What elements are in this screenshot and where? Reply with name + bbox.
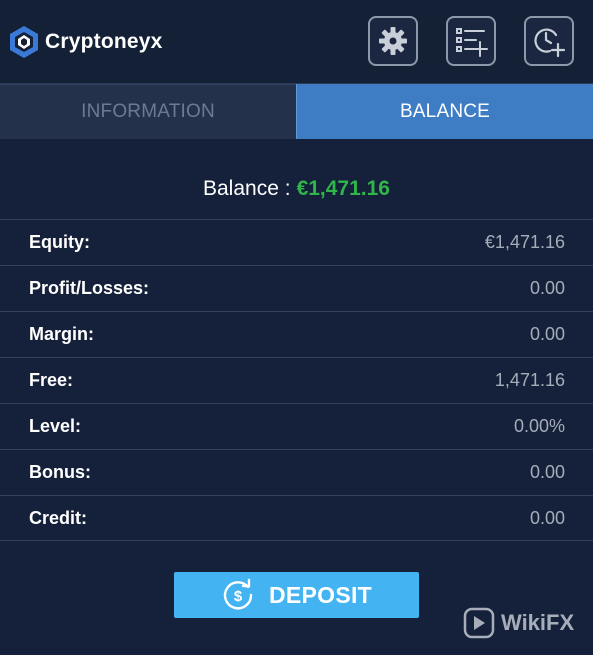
row-label: Level: — [29, 416, 82, 436]
row-label: Margin: — [29, 324, 94, 344]
row-value: 0.00 — [529, 507, 565, 528]
row-value: 1,471.16 — [494, 370, 565, 390]
dollar-cycle-icon: $ — [223, 578, 253, 610]
table-row: Equity: €1,471.16 — [0, 219, 593, 265]
svg-text:$: $ — [234, 588, 243, 605]
watermark: WikiFX — [463, 606, 574, 640]
watermark-text: WikiFX — [501, 610, 575, 635]
row-value: 0.00% — [513, 416, 565, 436]
table-row: Credit: 0.00 — [0, 495, 593, 541]
row-label: Bonus: — [29, 462, 91, 482]
tab-information[interactable]: INFORMATION — [0, 84, 296, 139]
list-add-icon — [456, 28, 488, 57]
balance-screen: Cryptoneyx INFORMATION BALANCE Balance:… — [0, 0, 593, 655]
table-row: Free: 1,471.16 — [0, 357, 593, 403]
balance-label: Balance : — [203, 177, 291, 200]
row-label: Credit: — [29, 507, 87, 528]
row-value: €1,471.16 — [484, 232, 565, 252]
table-row: Profit/Losses: 0.00 — [0, 265, 593, 311]
row-value: 0.00 — [529, 462, 565, 482]
add-clock-button[interactable] — [524, 16, 574, 66]
hexagon-logo-icon — [10, 26, 38, 58]
clock-add-icon — [534, 28, 566, 58]
account-details-table: Equity: €1,471.16 Profit/Losses: 0.00 Ma… — [0, 219, 593, 541]
table-row: Bonus: 0.00 — [0, 449, 593, 495]
brand-logo: Cryptoneyx — [7, 24, 163, 60]
tab-balance[interactable]: BALANCE — [296, 84, 593, 139]
deposit-button[interactable]: $ DEPOSIT — [174, 572, 419, 618]
balance-summary: Balance : €1,471.16 — [0, 168, 593, 210]
row-label: Equity: — [29, 232, 90, 252]
gear-icon — [379, 27, 407, 55]
row-value: 0.00 — [529, 324, 565, 344]
table-row: Margin: 0.00 — [0, 311, 593, 357]
wikifx-logo-icon — [463, 607, 495, 639]
row-value: 0.00 — [529, 278, 565, 298]
balance-amount: €1,471.16 — [296, 177, 390, 200]
brand-name: Cryptoneyx — [45, 30, 163, 53]
row-label: Profit/Losses: — [29, 278, 150, 298]
settings-button[interactable] — [368, 16, 418, 66]
tab-bar: INFORMATION BALANCE — [0, 84, 593, 139]
add-list-button[interactable] — [446, 16, 496, 66]
row-label: Free: — [29, 370, 74, 390]
deposit-label: DEPOSIT — [268, 581, 373, 608]
table-row: Level: 0.00% — [0, 403, 593, 449]
app-header: Cryptoneyx — [0, 0, 593, 84]
